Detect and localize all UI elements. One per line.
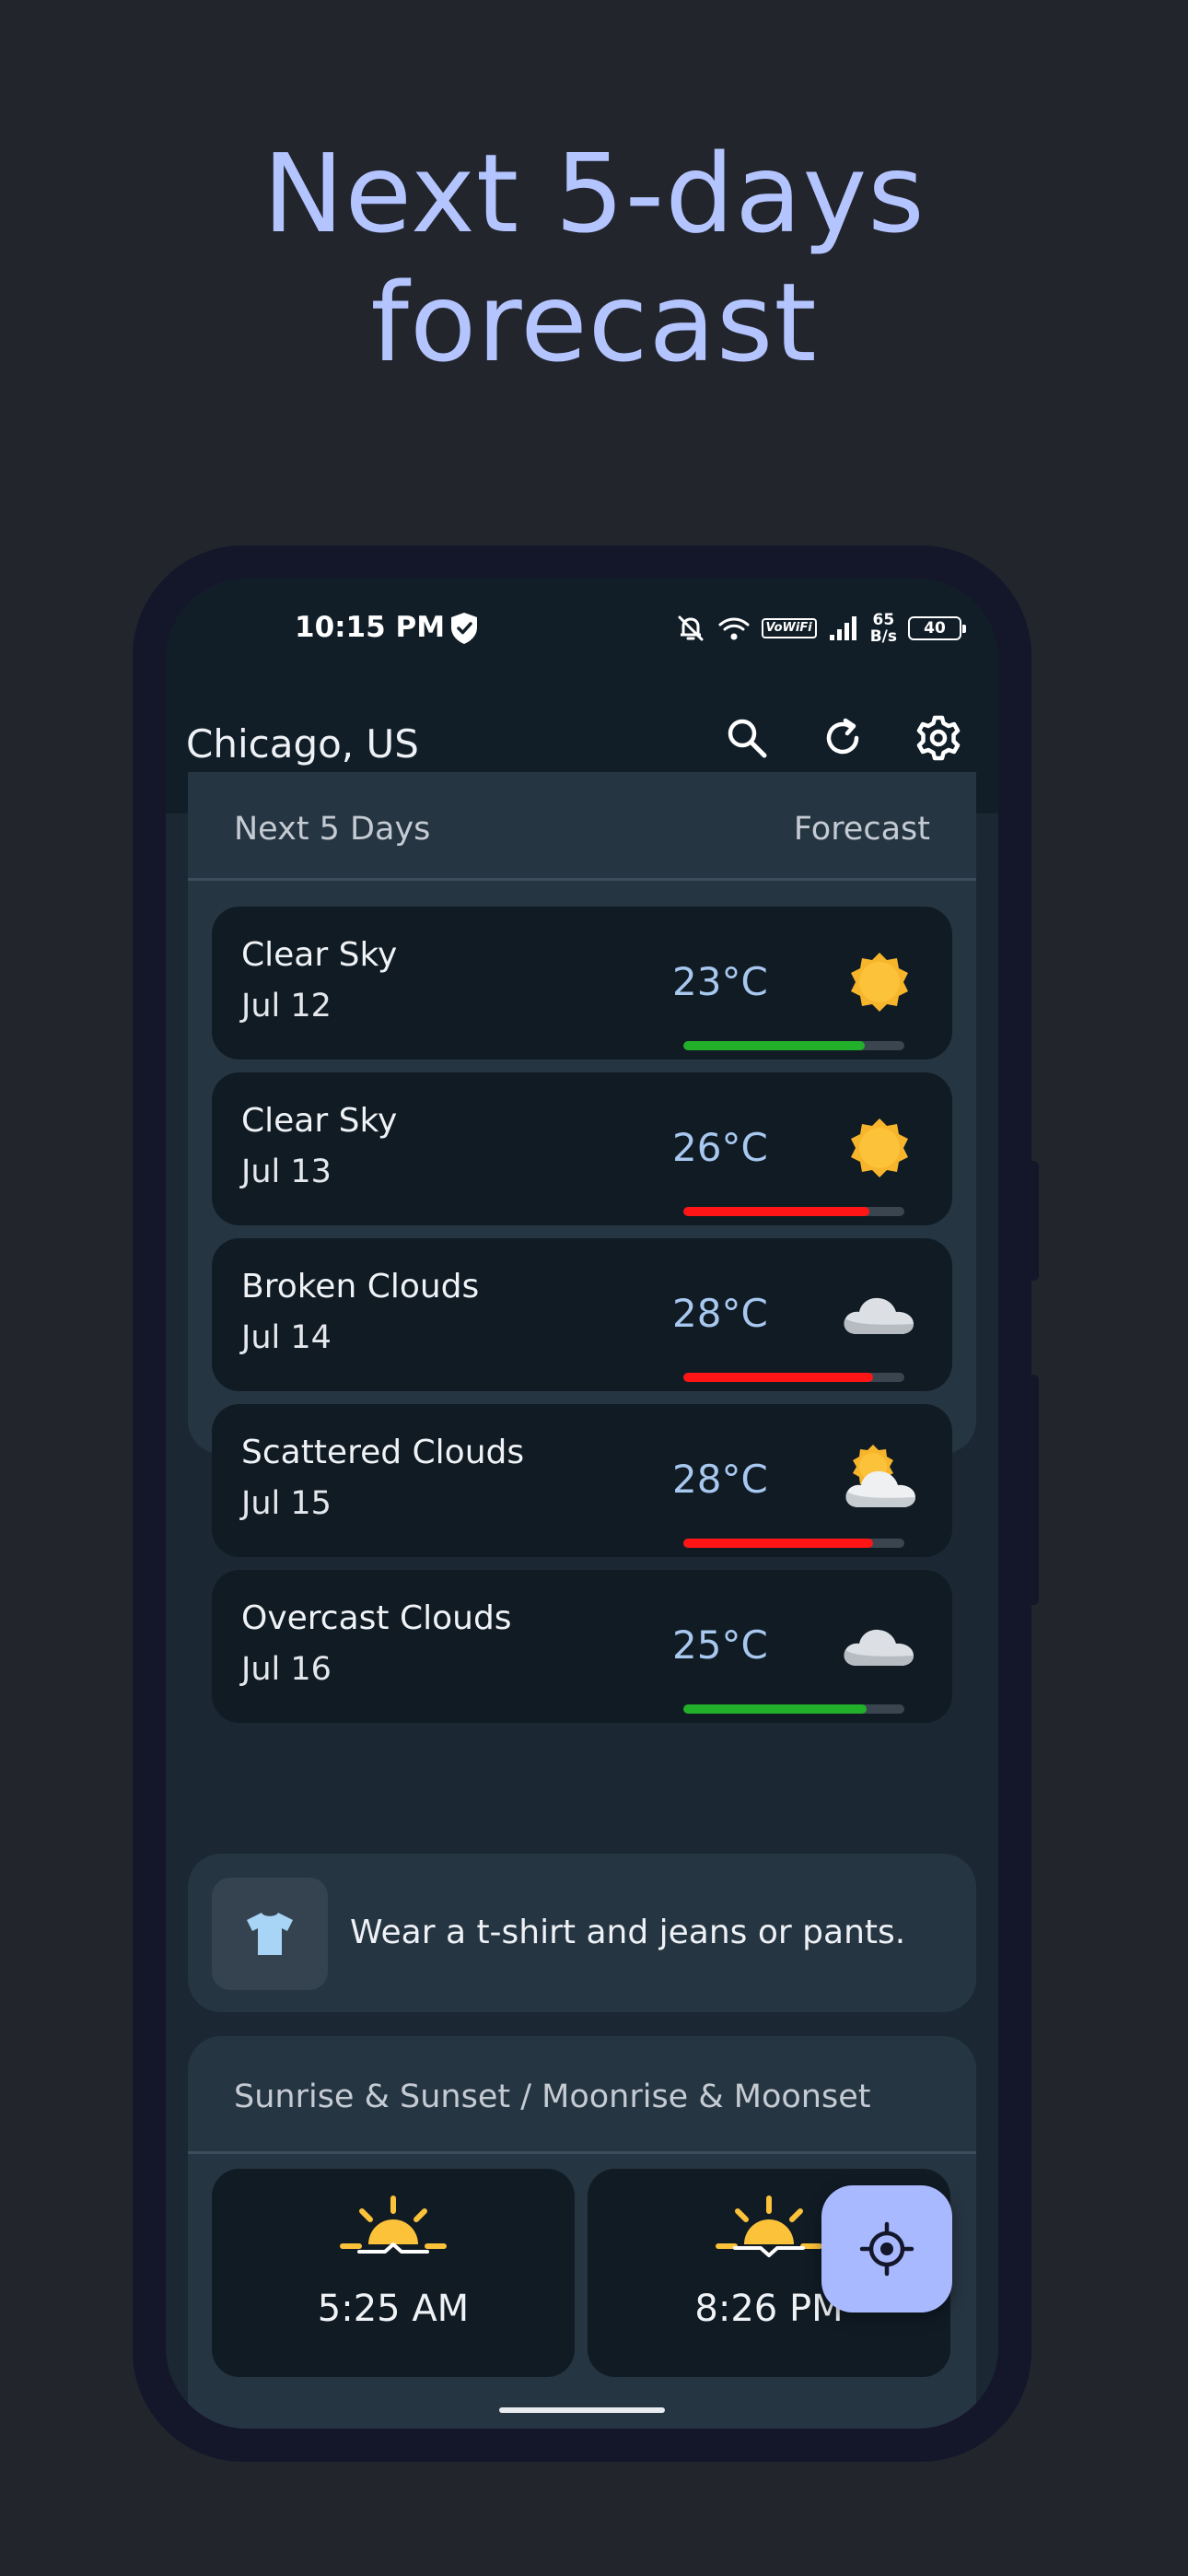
sunrise-tile: 5:25 AM bbox=[212, 2169, 575, 2377]
clothing-tip-card: Wear a t-shirt and jeans or pants. bbox=[188, 1854, 976, 2012]
day-temperature: 28°C bbox=[672, 1457, 768, 1502]
bell-off-icon bbox=[678, 615, 704, 641]
cloud-icon bbox=[844, 1629, 914, 1666]
temperature-bar-fill bbox=[683, 1539, 874, 1548]
signal-icon bbox=[829, 616, 856, 640]
app-screen: 10:15 PM VoWiFi 65 B/s 40 Chicago, US Ne… bbox=[166, 579, 998, 2429]
promo-title-line2: forecast bbox=[370, 259, 818, 386]
home-indicator[interactable] bbox=[499, 2407, 665, 2413]
day-temperature: 26°C bbox=[672, 1125, 768, 1170]
phone-side-button bbox=[1031, 1161, 1039, 1281]
forecast-card: Next 5 Days Forecast Clear Sky Jul 12 23… bbox=[188, 772, 976, 1723]
day-condition: Scattered Clouds bbox=[241, 1434, 525, 1471]
network-speed-unit: B/s bbox=[869, 627, 897, 646]
header-actions bbox=[722, 713, 963, 763]
settings-button[interactable] bbox=[914, 713, 963, 763]
sun-cloud-icon bbox=[845, 1445, 915, 1507]
phone-volume-button bbox=[1031, 1375, 1039, 1605]
day-condition: Clear Sky bbox=[241, 936, 398, 974]
refresh-button[interactable] bbox=[818, 713, 868, 763]
day-temperature: 23°C bbox=[672, 959, 768, 1004]
network-speed-value: 65 bbox=[872, 611, 895, 629]
day-condition: Overcast Clouds bbox=[241, 1599, 512, 1637]
settings-icon bbox=[916, 715, 961, 761]
tip-icon-box bbox=[212, 1878, 328, 1990]
day-temperature: 25°C bbox=[672, 1622, 768, 1668]
sun-moon-title: Sunrise & Sunset / Moonrise & Moonset bbox=[234, 2078, 871, 2115]
my-location-icon bbox=[859, 2221, 914, 2277]
day-condition: Broken Clouds bbox=[241, 1268, 480, 1306]
sun-icon bbox=[851, 953, 908, 1012]
phone-frame: 10:15 PM VoWiFi 65 B/s 40 Chicago, US Ne… bbox=[133, 545, 1039, 2462]
temperature-bar bbox=[683, 1704, 904, 1714]
network-speed: 65 B/s bbox=[870, 612, 897, 645]
search-icon bbox=[728, 719, 767, 758]
temperature-bar-fill bbox=[683, 1041, 865, 1050]
forecast-day-row[interactable]: Broken Clouds Jul 14 28°C bbox=[212, 1238, 952, 1391]
forecast-subtitle: Forecast bbox=[793, 811, 930, 848]
day-date: Jul 16 bbox=[241, 1651, 332, 1688]
day-date: Jul 12 bbox=[241, 988, 332, 1025]
status-time: 10:15 PM bbox=[295, 611, 446, 644]
temperature-bar bbox=[683, 1207, 904, 1216]
temperature-bar-fill bbox=[683, 1207, 869, 1216]
search-button[interactable] bbox=[722, 713, 772, 763]
forecast-day-row[interactable]: Scattered Clouds Jul 15 28°C bbox=[212, 1404, 952, 1557]
refresh-icon bbox=[826, 718, 859, 755]
my-location-button[interactable] bbox=[821, 2185, 952, 2313]
cloud-icon bbox=[844, 1297, 914, 1334]
day-temperature: 28°C bbox=[672, 1291, 768, 1336]
clothing-tip-text: Wear a t-shirt and jeans or pants. bbox=[350, 1914, 906, 1951]
day-date: Jul 13 bbox=[241, 1153, 332, 1190]
vowifi-badge: VoWiFi bbox=[761, 618, 817, 638]
city-name: Chicago, US bbox=[186, 721, 419, 767]
tshirt-icon bbox=[247, 1913, 293, 1955]
status-icons: VoWiFi 65 B/s 40 bbox=[675, 603, 966, 654]
shield-icon bbox=[451, 613, 477, 644]
day-date: Jul 14 bbox=[241, 1319, 332, 1356]
sun-icon bbox=[851, 1118, 908, 1177]
temperature-bar-fill bbox=[683, 1704, 868, 1714]
forecast-card-header: Next 5 Days Forecast bbox=[188, 772, 976, 881]
forecast-day-row[interactable]: Clear Sky Jul 13 26°C bbox=[212, 1072, 952, 1225]
day-date: Jul 15 bbox=[241, 1485, 332, 1522]
temperature-bar bbox=[683, 1041, 904, 1050]
forecast-title: Next 5 Days bbox=[234, 811, 431, 848]
sun-moon-header: Sunrise & Sunset / Moonrise & Moonset bbox=[188, 2036, 976, 2154]
temperature-bar bbox=[683, 1539, 904, 1548]
sunrise-time: 5:25 AM bbox=[317, 2288, 470, 2330]
day-condition: Clear Sky bbox=[241, 1102, 398, 1140]
promo-title: Next 5-days forecast bbox=[0, 129, 1188, 387]
forecast-day-row[interactable]: Clear Sky Jul 12 23°C bbox=[212, 907, 952, 1060]
temperature-bar bbox=[683, 1373, 904, 1382]
sunrise-icon bbox=[340, 2195, 447, 2254]
promo-title-line1: Next 5-days bbox=[262, 130, 926, 257]
temperature-bar-fill bbox=[683, 1373, 874, 1382]
sunset-icon bbox=[716, 2195, 822, 2257]
battery-indicator: 40 bbox=[908, 616, 966, 640]
wifi-icon bbox=[718, 617, 750, 640]
forecast-day-row[interactable]: Overcast Clouds Jul 16 25°C bbox=[212, 1570, 952, 1723]
